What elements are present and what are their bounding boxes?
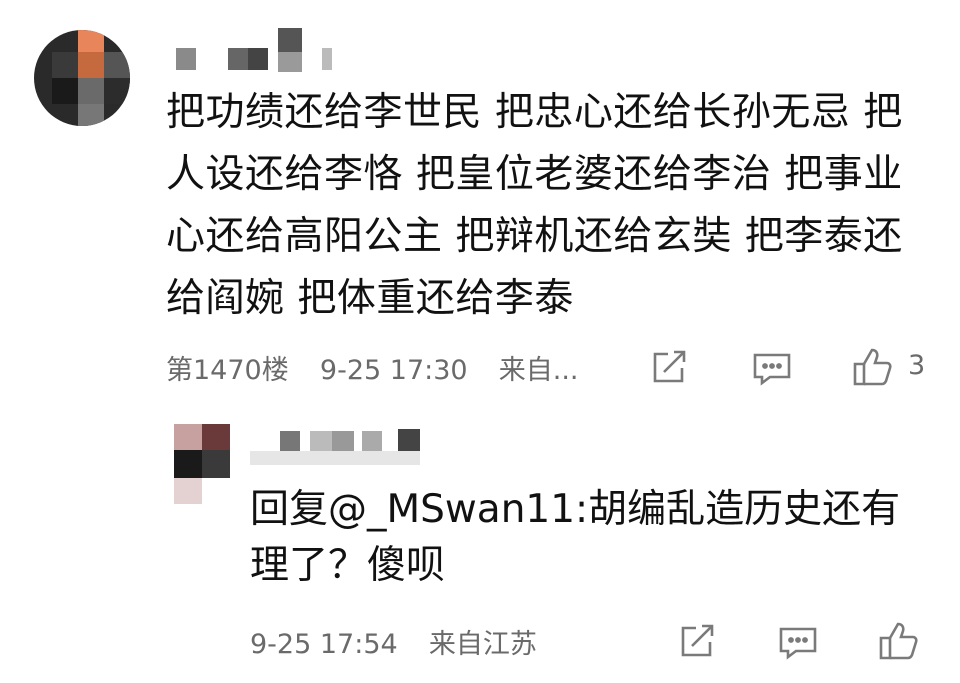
reply-meta: 9-25 17:54 来自江苏 [250, 622, 537, 661]
thumbs-up-icon[interactable] [852, 346, 894, 388]
comment-source: 来自... [498, 355, 579, 386]
share-icon[interactable] [678, 624, 716, 660]
reply-time: 9-25 17:54 [250, 629, 398, 660]
comment-meta: 第1470楼 9-25 17:30 来自... [166, 348, 579, 387]
thumbs-up-icon[interactable] [878, 620, 920, 662]
comment-time: 9-25 17:30 [319, 355, 468, 386]
username-blurred[interactable] [172, 22, 352, 78]
reply-text: 回复@_MSwan11:胡编乱造历史还有理了？傻呗 [250, 487, 901, 588]
like-count: 3 [908, 350, 926, 381]
floor-number: 第1470楼 [166, 355, 289, 386]
comment-text: 把功绩还给李世民 把忠心还给长孙无忌 把人设还给李恪 把皇位老婆还给李治 把事业… [166, 90, 903, 321]
reply-username-blurred[interactable] [250, 425, 430, 469]
reply-avatar[interactable] [174, 424, 230, 504]
comment-icon[interactable] [752, 352, 792, 386]
share-icon[interactable] [650, 350, 688, 386]
avatar[interactable] [34, 30, 130, 126]
reply-source: 来自江苏 [428, 629, 537, 660]
comment-icon[interactable] [778, 626, 818, 660]
